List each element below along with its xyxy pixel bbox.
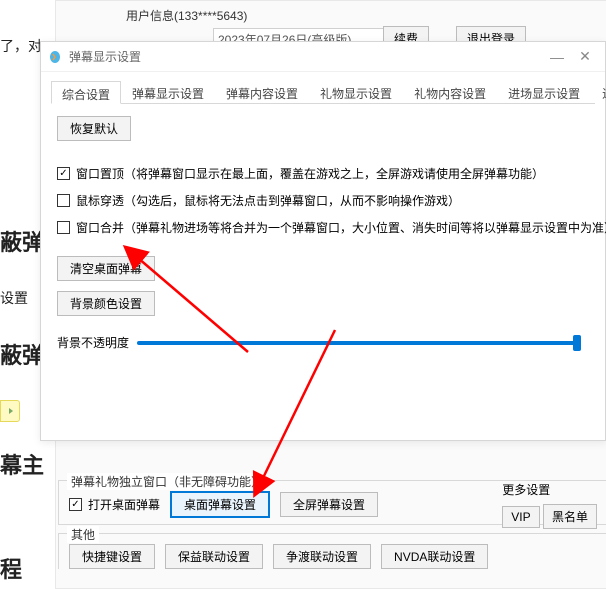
baoyi-link-button[interactable]: 保益联动设置 bbox=[165, 544, 263, 569]
text-frag: 程 bbox=[0, 552, 22, 584]
text-frag: 设置 bbox=[0, 288, 28, 308]
checkbox-row-open-desktop: 打开桌面弹幕 bbox=[69, 496, 160, 513]
clear-desktop-danmu-button[interactable]: 清空桌面弹幕 bbox=[57, 256, 155, 281]
opacity-slider[interactable] bbox=[137, 341, 581, 345]
tab-general[interactable]: 综合设置 bbox=[51, 81, 121, 104]
nvda-link-button[interactable]: NVDA联动设置 bbox=[381, 544, 488, 569]
dropdown-tag-icon[interactable] bbox=[0, 400, 20, 422]
text-frag: 幕主 bbox=[0, 448, 44, 480]
restore-default-button[interactable]: 恢复默认 bbox=[57, 116, 131, 141]
minimize-button[interactable]: — bbox=[543, 49, 571, 65]
checkbox-merge[interactable] bbox=[57, 221, 70, 234]
checkbox-open-desktop[interactable] bbox=[69, 498, 82, 511]
checkbox-topmost[interactable] bbox=[57, 167, 70, 180]
more-settings: 更多设置 VIP 黑名单 bbox=[502, 481, 597, 529]
text-frag: 蔽弹 bbox=[0, 338, 44, 370]
checkbox-mousethrough[interactable] bbox=[57, 194, 70, 207]
zhengdu-link-button[interactable]: 争渡联动设置 bbox=[273, 544, 371, 569]
shortcut-settings-button[interactable]: 快捷键设置 bbox=[69, 544, 155, 569]
desktop-danmu-settings-button[interactable]: 桌面弹幕设置 bbox=[170, 491, 270, 518]
opacity-row: 背景不透明度 bbox=[57, 334, 589, 351]
bgcolor-settings-button[interactable]: 背景颜色设置 bbox=[57, 291, 155, 316]
bottom-panel: 弹幕礼物独立窗口（非无障碍功能） 打开桌面弹幕 桌面弹幕设置 全屏弹幕设置 更多… bbox=[58, 472, 606, 577]
tab-danmu-content[interactable]: 弹幕内容设置 bbox=[215, 80, 309, 103]
tab-enter-content[interactable]: 进场内容设置 bbox=[591, 80, 606, 103]
checkbox-row-mousethrough: 鼠标穿透（勾选后，鼠标将无法点击到弹幕窗口，从而不影响操作游戏） bbox=[57, 192, 589, 209]
tab-gift-content[interactable]: 礼物内容设置 bbox=[403, 80, 497, 103]
checkbox-label: 窗口置顶（将弹幕窗口显示在最上面，覆盖在游戏之上，全屏游戏请使用全屏弹幕功能） bbox=[76, 165, 544, 182]
checkbox-row-merge: 窗口合并（弹幕礼物进场等将合并为一个弹幕窗口，大小位置、消失时间等将以弹幕显示设… bbox=[57, 219, 589, 236]
checkbox-row-topmost: 窗口置顶（将弹幕窗口显示在最上面，覆盖在游戏之上，全屏游戏请使用全屏弹幕功能） bbox=[57, 165, 589, 182]
checkbox-label: 打开桌面弹幕 bbox=[88, 496, 160, 513]
groupbox-legend: 弹幕礼物独立窗口（非无障碍功能） bbox=[67, 473, 267, 490]
blacklist-button[interactable]: 黑名单 bbox=[543, 504, 597, 529]
checkbox-label: 鼠标穿透（勾选后，鼠标将无法点击到弹幕窗口，从而不影响操作游戏） bbox=[76, 192, 460, 209]
more-settings-label: 更多设置 bbox=[502, 481, 597, 498]
fullscreen-danmu-settings-button[interactable]: 全屏弹幕设置 bbox=[280, 492, 378, 517]
text-frag: 蔽弹 bbox=[0, 225, 44, 257]
dialog-title: 弹幕显示设置 bbox=[69, 48, 141, 65]
groupbox-other: 其他 快捷键设置 保益联动设置 争渡联动设置 NVDA联动设置 bbox=[58, 533, 606, 569]
slider-thumb[interactable] bbox=[573, 335, 581, 351]
tab-danmu-display[interactable]: 弹幕显示设置 bbox=[121, 80, 215, 103]
tab-enter-display[interactable]: 进场显示设置 bbox=[497, 80, 591, 103]
titlebar: 弹幕显示设置 — ✕ bbox=[41, 42, 605, 72]
user-info: 用户信息(133****5643) bbox=[126, 7, 247, 24]
tabs: 综合设置 弹幕显示设置 弹幕内容设置 礼物显示设置 礼物内容设置 进场显示设置 … bbox=[51, 80, 595, 104]
tab-gift-display[interactable]: 礼物显示设置 bbox=[309, 80, 403, 103]
close-button[interactable]: ✕ bbox=[571, 48, 599, 65]
opacity-label: 背景不透明度 bbox=[57, 334, 129, 351]
tab-content: 恢复默认 窗口置顶（将弹幕窗口显示在最上面，覆盖在游戏之上，全屏游戏请使用全屏弹… bbox=[41, 104, 605, 373]
vip-button[interactable]: VIP bbox=[502, 506, 539, 528]
danmu-settings-dialog: 弹幕显示设置 — ✕ 综合设置 弹幕显示设置 弹幕内容设置 礼物显示设置 礼物内… bbox=[40, 41, 606, 441]
checkbox-label: 窗口合并（弹幕礼物进场等将合并为一个弹幕窗口，大小位置、消失时间等将以弹幕显示设… bbox=[76, 219, 606, 236]
text-frag: 了，对 bbox=[0, 36, 42, 56]
groupbox-legend: 其他 bbox=[67, 526, 99, 543]
groupbox-danmu-window: 弹幕礼物独立窗口（非无障碍功能） 打开桌面弹幕 桌面弹幕设置 全屏弹幕设置 更多… bbox=[58, 480, 606, 525]
app-icon bbox=[47, 49, 63, 65]
